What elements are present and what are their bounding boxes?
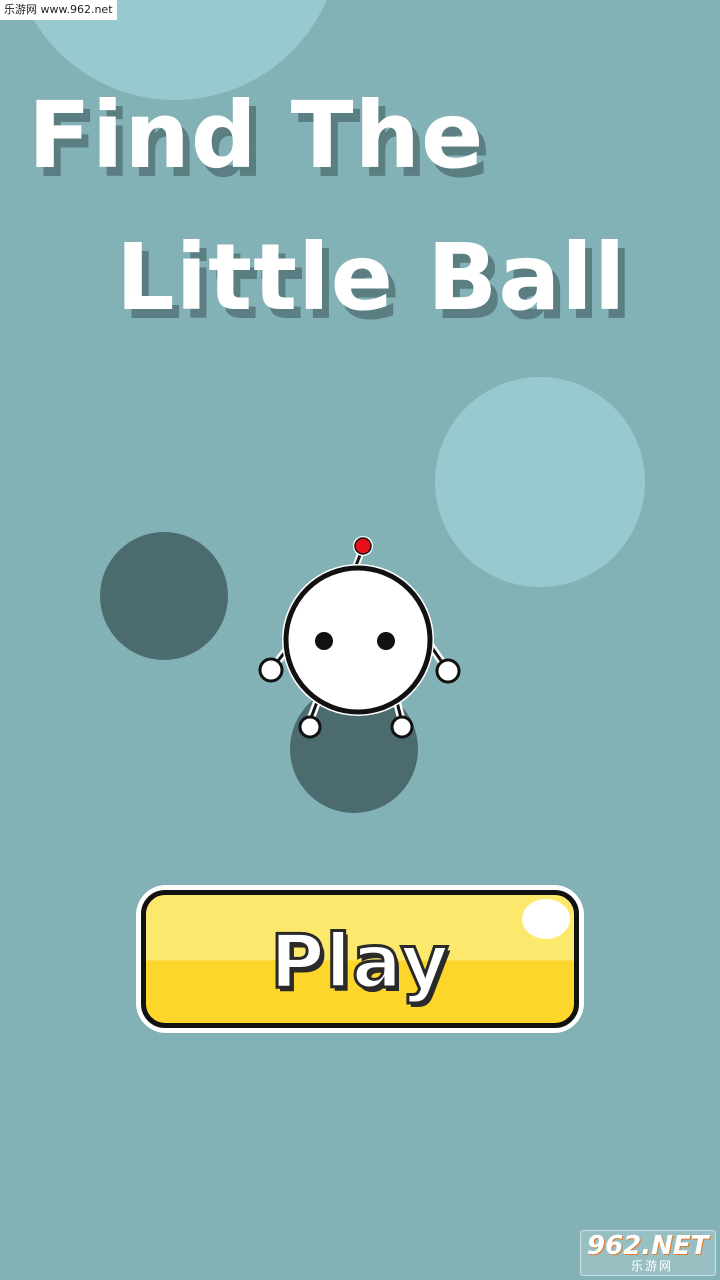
play-button-face: Play [141, 890, 579, 1028]
background-circle-light [435, 377, 645, 587]
play-button[interactable]: Play [136, 885, 584, 1033]
dark-circle-left [100, 532, 228, 660]
watermark-top: 乐游网 www.962.net [0, 0, 117, 20]
game-title-line-2: Little Ball [116, 224, 627, 331]
antenna-tip [354, 537, 372, 555]
watermark-bottom: 962.NET 乐游网 [580, 1230, 716, 1276]
watermark-sub: 乐游网 [631, 1259, 674, 1273]
ball-character [255, 530, 465, 745]
ball-character-icon [258, 536, 461, 739]
play-button-label: Play [269, 918, 451, 1007]
game-title-line-1: Find The [28, 82, 485, 189]
